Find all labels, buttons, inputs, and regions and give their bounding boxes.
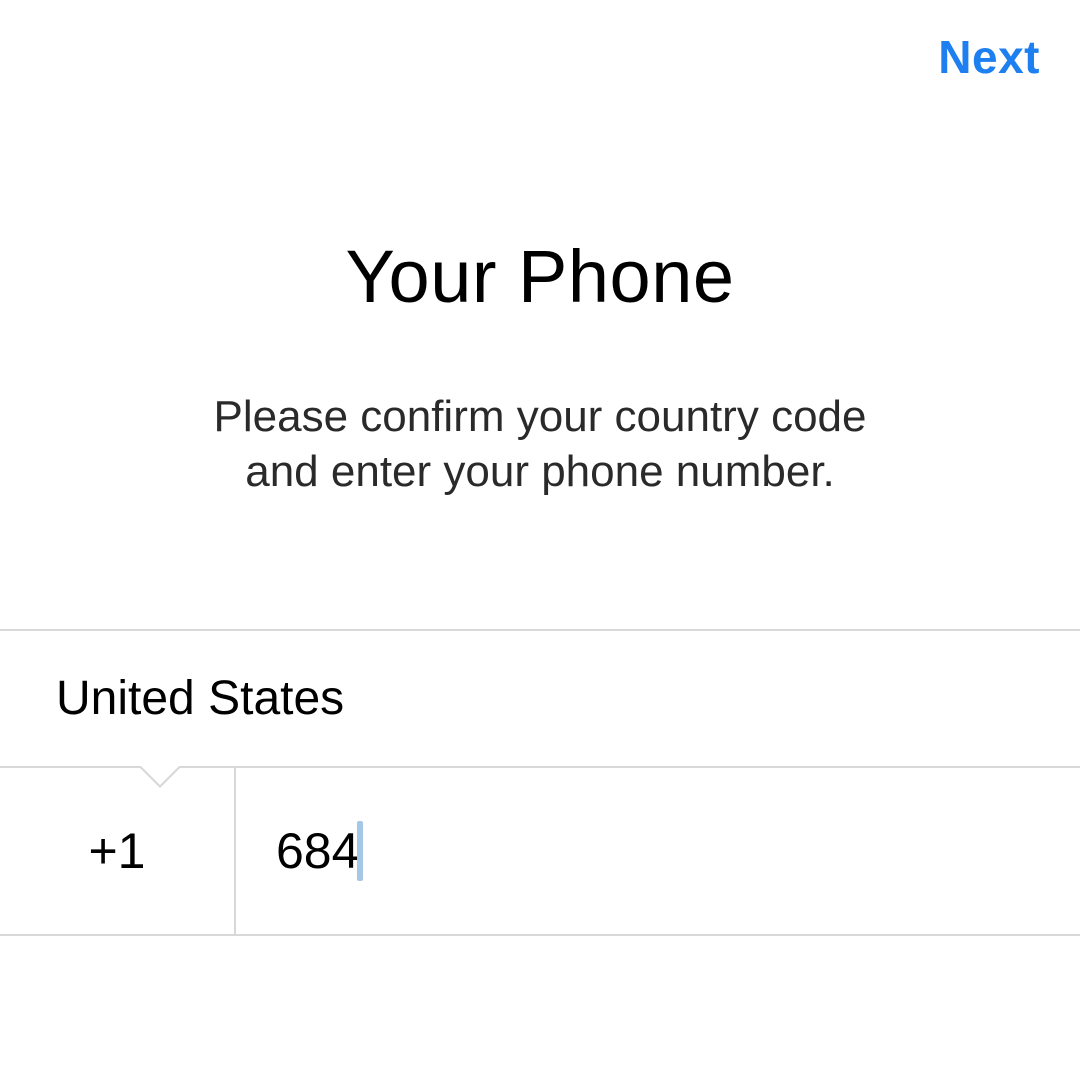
- title-block: Your Phone Please confirm your country c…: [0, 234, 1080, 499]
- country-code-value: +1: [88, 822, 145, 880]
- country-code-cell[interactable]: +1: [0, 768, 236, 934]
- phone-number-input[interactable]: 684: [276, 821, 363, 881]
- next-button[interactable]: Next: [938, 30, 1040, 84]
- country-select[interactable]: United States: [0, 629, 1080, 766]
- page-subtitle: Please confirm your country code and ent…: [60, 389, 1020, 499]
- subtitle-line-2: and enter your phone number.: [245, 447, 835, 496]
- subtitle-line-1: Please confirm your country code: [214, 392, 867, 441]
- country-name: United States: [56, 672, 344, 725]
- phone-form: United States +1 684: [0, 629, 1080, 936]
- phone-number-cell[interactable]: 684: [236, 768, 1080, 934]
- phone-number-value: 684: [276, 822, 359, 880]
- phone-row: +1 684: [0, 766, 1080, 936]
- page-title: Your Phone: [60, 234, 1020, 319]
- text-caret-icon: [357, 821, 363, 881]
- header-bar: Next: [0, 0, 1080, 84]
